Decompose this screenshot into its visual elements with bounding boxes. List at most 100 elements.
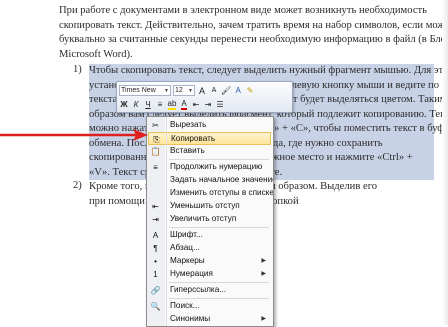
menu-item-label: Поиск... [170, 301, 200, 310]
format-painter-icon: 🖌 [221, 86, 232, 95]
continue-numbering-icon: ≡ [153, 163, 158, 172]
grow-font-button[interactable]: A [197, 85, 207, 96]
submenu-arrow-icon: ▶ [261, 271, 266, 277]
align-center-icon: ≡ [157, 100, 163, 109]
text-line: Microsoft Word). [59, 48, 133, 60]
bullets-button[interactable]: ☰ [215, 99, 225, 110]
font-size-value: 12 [175, 87, 183, 94]
chevron-down-icon: ▼ [164, 87, 169, 94]
submenu-arrow-icon: ▶ [261, 258, 266, 264]
numbering-icon: 1 [153, 270, 158, 279]
blank-icon [150, 175, 161, 186]
format-painter-button[interactable]: 🖌 [221, 85, 231, 96]
menu-item-increase-indent[interactable]: ⇥ Увеличить отступ [148, 213, 271, 226]
toolbar-row-1: Times New ▼ 12 ▼ A A 🖌 A ✎ [119, 84, 255, 97]
increase-indent-icon: ⇥ [204, 100, 212, 109]
font-size-select[interactable]: 12 ▼ [173, 85, 195, 96]
selected-text-line: Чтобы скопировать текст, следует выделит… [89, 64, 448, 79]
menu-item-decrease-indent[interactable]: ⇤ Уменьшить отступ [148, 200, 271, 213]
decrease-indent-button[interactable]: ⇤ [191, 99, 201, 110]
increase-indent-icon: ⇥ [152, 215, 159, 224]
underline-icon: Ч [145, 100, 151, 109]
menu-item-label: Продолжить нумерацию [170, 162, 263, 171]
font-name-value: Times New [121, 87, 156, 94]
hyperlink-icon: 🔗 [150, 286, 161, 295]
increase-indent-button[interactable]: ⇥ [203, 99, 213, 110]
align-center-button[interactable]: ≡ [155, 99, 165, 110]
menu-item-label: Абзац... [170, 243, 200, 252]
copy-icon: ⎘ [153, 135, 160, 144]
menu-item-continue-numbering[interactable]: ≡ Продолжить нумерацию [148, 161, 271, 174]
bullets-icon: ☰ [216, 100, 224, 109]
menu-item-bullets[interactable]: • Маркеры ▶ [148, 255, 271, 268]
menu-item-label: Маркеры [170, 256, 205, 265]
italic-button[interactable]: К [131, 99, 141, 110]
chevron-down-icon: ▼ [188, 87, 193, 94]
menu-item-paragraph[interactable]: ¶ Абзац... [148, 242, 271, 255]
menu-item-adjust-list-indents[interactable]: Изменить отступы в списке... [148, 187, 274, 200]
highlight-button[interactable]: ab [167, 99, 177, 110]
font-name-select[interactable]: Times New ▼ [119, 85, 171, 96]
red-arrow-pointer [0, 129, 148, 141]
menu-item-label: Гиперссылка... [170, 285, 227, 294]
font-icon: A [152, 231, 159, 240]
submenu-arrow-icon: ▶ [261, 316, 266, 322]
menu-item-paste[interactable]: 📋 Вставить [148, 145, 271, 158]
brush-icon: ✎ [246, 86, 254, 95]
menu-item-label: Задать начальное значение... [170, 175, 274, 184]
menu-item-synonyms[interactable]: Синонимы ▶ [148, 313, 271, 326]
bold-icon: Ж [120, 100, 128, 109]
shrink-font-icon: A [211, 87, 217, 94]
menu-item-label: Синонимы [170, 314, 211, 323]
document-page[interactable]: При работе с документами в электронном в… [0, 0, 448, 327]
grow-font-icon: A [198, 85, 205, 96]
menu-item-label: Копировать [171, 134, 216, 143]
context-menu: ✂ Вырезать ⎘ Копировать 📋 Вставить ≡ Продолжить… [146, 116, 274, 327]
font-color-button[interactable]: A [179, 99, 189, 110]
bullets-icon: • [154, 257, 157, 266]
menu-item-copy[interactable]: ⎘ Копировать [148, 132, 271, 145]
menu-item-label: Увеличить отступ [170, 214, 237, 223]
underline-button[interactable]: Ч [143, 99, 153, 110]
blank-icon [150, 314, 161, 325]
menu-separator [169, 227, 269, 228]
cut-icon: ✂ [152, 121, 159, 130]
shrink-font-button[interactable]: A [209, 85, 219, 96]
styles-button[interactable]: A [233, 85, 243, 96]
text-line: скопировать текст. Действительно, зачем … [59, 19, 448, 31]
menu-item-label: Вставить [170, 146, 205, 155]
styles-icon: A [235, 86, 241, 95]
blank-icon [150, 188, 161, 199]
search-icon: 🔍 [150, 302, 161, 311]
menu-item-numbering[interactable]: 1 Нумерация ▶ [148, 268, 271, 281]
mini-formatting-toolbar: Times New ▼ 12 ▼ A A 🖌 A ✎ Ж К Ч ≡ ab A ⇤ … [116, 81, 293, 113]
menu-item-label: Изменить отступы в списке... [170, 188, 274, 197]
menu-item-lookup[interactable]: 🔍 Поиск... [148, 300, 271, 313]
text-line: буквально за считанные секунды перенести… [59, 34, 448, 45]
intro-paragraph: При работе с документами в электронном в… [59, 4, 448, 62]
menu-item-label: Вырезать [170, 120, 207, 129]
menu-item-label: Шрифт... [170, 230, 203, 239]
menu-separator [169, 159, 269, 160]
menu-item-label: Нумерация [170, 269, 213, 278]
text-line: При работе с документами в электронном в… [59, 5, 427, 16]
paste-icon: 📋 [150, 147, 161, 156]
italic-icon: К [133, 100, 139, 109]
bold-button[interactable]: Ж [119, 99, 129, 110]
menu-separator [169, 298, 269, 299]
menu-item-cut[interactable]: ✂ Вырезать [148, 119, 271, 132]
brush-button[interactable]: ✎ [245, 85, 255, 96]
decrease-indent-icon: ⇤ [152, 202, 159, 211]
menu-item-font[interactable]: A Шрифт... [148, 229, 271, 242]
menu-item-label: Уменьшить отступ [170, 201, 240, 210]
toolbar-row-2: Ж К Ч ≡ ab A ⇤ ⇥ ☰ [119, 98, 225, 111]
decrease-indent-icon: ⇤ [192, 100, 200, 109]
list-number-1: 1) [73, 64, 82, 75]
menu-item-hyperlink[interactable]: 🔗 Гиперссылка... [148, 284, 271, 297]
paragraph-icon: ¶ [153, 244, 158, 253]
highlight-icon: ab [167, 99, 177, 110]
menu-separator [169, 282, 269, 283]
menu-item-set-start-value[interactable]: Задать начальное значение... [148, 174, 274, 187]
list-number-2: 2) [73, 180, 82, 191]
font-color-icon: A [181, 99, 187, 110]
